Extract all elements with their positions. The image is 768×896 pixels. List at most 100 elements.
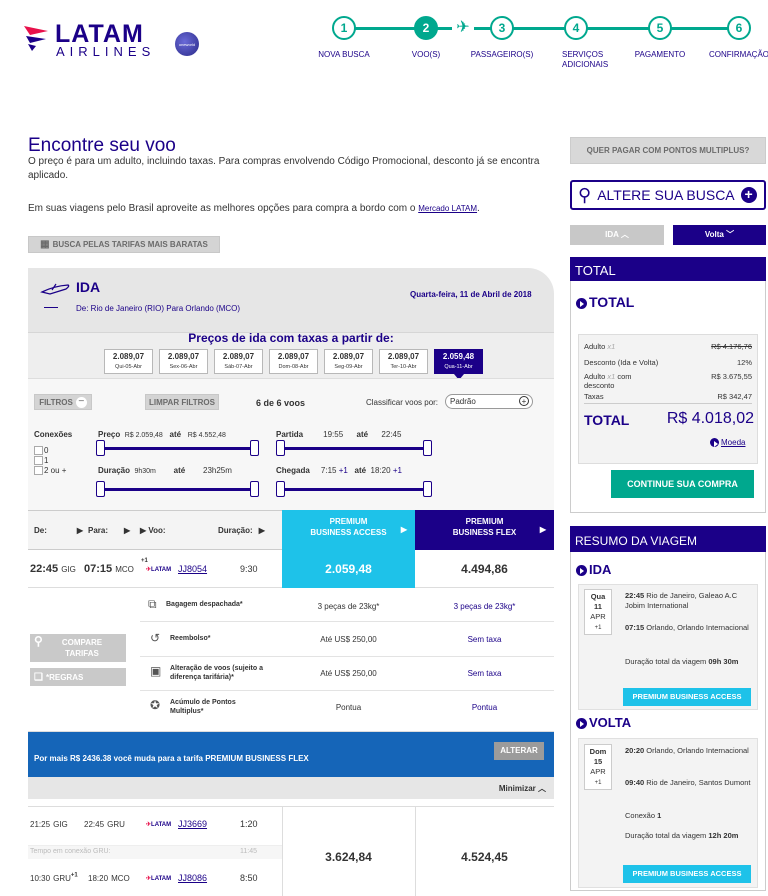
mercado-latam-link[interactable]: Mercado LATAM — [418, 204, 477, 213]
col-from[interactable]: De: ▶ — [34, 526, 83, 535]
price-slider-min-handle[interactable] — [96, 440, 105, 456]
price-day-price: 2.089,07 — [332, 352, 365, 361]
col-duration[interactable]: Duração: ▶ — [218, 526, 265, 535]
price-filter-label: Preço R$ 2.059,48 até R$ 4.552,48 — [98, 430, 226, 439]
col-to[interactable]: Para: ▶ — [88, 526, 130, 535]
step-6-circle[interactable]: 6 — [727, 16, 751, 40]
price-day-5[interactable]: 2.089,07 Ter-10-Abr — [379, 349, 428, 374]
col-premium-business-flex[interactable]: PREMIUM BUSINESS FLEX ▶ — [415, 510, 554, 550]
filters-toggle-button[interactable]: FILTROS − — [34, 394, 92, 410]
flight-2-pbf-price[interactable]: 4.524,45 — [415, 850, 554, 864]
step-4-circle[interactable]: 4 — [564, 16, 588, 40]
price-day-2[interactable]: 2.089,07 Sáb-07-Abr — [214, 349, 263, 374]
price-day-date: Sex-06-Abr — [169, 364, 198, 370]
step-3-circle[interactable]: 3 — [490, 16, 514, 40]
arrival-slider-max-handle[interactable] — [423, 481, 432, 497]
price-day-price: 2.089,07 — [167, 352, 200, 361]
flight-2-seg2-number-link[interactable]: JJ8086 — [178, 873, 207, 883]
summary-ida-duration: Duração total da viagem 09h 30m — [625, 657, 739, 666]
step-5-circle[interactable]: 5 — [648, 16, 672, 40]
detail-baggage-pba: 3 peças de 23kg* — [317, 602, 380, 611]
change-fare-button[interactable]: ALTERAR — [494, 742, 544, 760]
summary-volta-arrival: 09:40 Rio de Janeiro, Santos Dumont — [625, 778, 751, 787]
arrival-slider-min-handle[interactable] — [276, 481, 285, 497]
plane-icon: ✈ — [452, 18, 474, 38]
total-subtitle: TOTAL — [576, 294, 634, 310]
cheapest-fares-button[interactable]: ▦ BUSCA PELAS TARIFAS MAIS BARATAS — [28, 236, 220, 253]
departure-slider-max-handle[interactable] — [423, 440, 432, 456]
modify-search-button[interactable]: ⚲ ALTERE SUA BUSCA + — [570, 180, 766, 210]
connections-options: 0 1 2 ou + — [34, 446, 66, 476]
flight-2-seg1-number-link[interactable]: JJ3669 — [178, 819, 207, 829]
intro-text-2: Em suas viagens pelo Brasil aproveite as… — [28, 203, 480, 214]
summary-volta-label: VOLTA — [576, 715, 631, 730]
step-2-circle[interactable]: 2 — [414, 16, 438, 40]
arrow-circle-icon — [576, 718, 587, 730]
flight-2-pba-price[interactable]: 3.624,84 — [282, 850, 415, 864]
price-slider-max-handle[interactable] — [250, 440, 259, 456]
col-flight[interactable]: ▶ Voo: — [140, 526, 166, 535]
connection-option-1[interactable]: 1 — [34, 456, 66, 466]
departure-slider-min-handle[interactable] — [276, 440, 285, 456]
price-slider-track — [100, 447, 258, 450]
sort-select[interactable]: Padrão + — [445, 394, 533, 409]
minimize-button[interactable]: Minimizar ︿ — [28, 777, 554, 799]
price-day-date: Sáb-07-Abr — [224, 364, 253, 370]
detail-baggage-label: Bagagem despachada* — [166, 601, 243, 608]
flight-2-seg2-arrival: 18:20 MCO — [88, 874, 130, 883]
tab-ida[interactable]: IDA ︿ — [570, 225, 664, 245]
price-day-1[interactable]: 2.089,07 Sex-06-Abr — [159, 349, 208, 374]
intro-text: O preço é para um adulto, incluindo taxa… — [28, 156, 540, 181]
latam-airline-icon: ✈LATAM — [146, 567, 172, 573]
duration-slider-min-handle[interactable] — [96, 481, 105, 497]
tab-volta[interactable]: Volta ﹀ — [673, 225, 766, 245]
connection-time: 11:45 — [240, 848, 257, 855]
pay-with-multiplus-button[interactable]: QUER PAGAR COM PONTOS MULTIPLUS? — [570, 137, 766, 164]
price-day-price: 2.089,07 — [387, 352, 420, 361]
detail-refund-pba: Até US$ 250,00 — [320, 635, 377, 644]
flight-2-seg1-departure: 21:25 GIG — [30, 820, 68, 829]
step-5-label: PAGAMENTO — [634, 50, 686, 59]
connection-option-0[interactable]: 0 — [34, 446, 66, 456]
divider — [44, 307, 58, 308]
duration-slider-max-handle[interactable] — [250, 481, 259, 497]
detail-refund-pbf: Sem taxa — [467, 635, 502, 644]
checkbox[interactable] — [34, 456, 43, 466]
flight-1-pba-price[interactable]: 2.059,48 — [282, 550, 415, 588]
baggage-icon: ⧉ — [148, 597, 157, 611]
compare-fares-button[interactable]: ⚲ COMPARE TARIFAS — [30, 634, 126, 662]
checkbox[interactable] — [34, 446, 43, 456]
plus-circle-icon — [710, 438, 719, 448]
flight-1-duration: 9:30 — [240, 564, 258, 574]
minus-icon: − — [75, 396, 87, 408]
connection-label: Tempo em conexão GRU: — [30, 848, 111, 855]
price-day-price: 2.089,07 — [112, 352, 145, 361]
rules-button[interactable]: ❏ *REGRAS — [30, 668, 126, 686]
col-premium-business-access[interactable]: PREMIUM BUSINESS ACCESS ▶ — [282, 510, 415, 550]
price-day-date: Ter-10-Abr — [390, 364, 417, 370]
price-day-date: Seg-09-Abr — [334, 364, 363, 370]
ida-date: Quarta-feira, 11 de Abril de 2018 — [410, 290, 532, 299]
flight-1-pbf-price[interactable]: 4.494,86 — [415, 550, 554, 588]
connection-option-2[interactable]: 2 ou + — [34, 466, 66, 476]
price-day-date: Qui-05-Abr — [115, 364, 142, 370]
currency-link[interactable]: Moeda — [710, 438, 745, 448]
price-day-6[interactable]: 2.059,48 Qua-11-Abr — [434, 349, 483, 380]
flight-1-number-link[interactable]: JJ8054 — [178, 564, 207, 574]
step-4-label: SERVIÇOS ADICIONAIS — [562, 50, 609, 69]
summary-ida-departure: 22:45 Rio de Janeiro, Galeao A.C Jobim I… — [625, 591, 738, 610]
arrival-slider-track — [280, 488, 428, 491]
flight-2-seg1-duration: 1:20 — [240, 819, 258, 829]
price-day-4[interactable]: 2.089,07 Seg-09-Abr — [324, 349, 373, 374]
step-2-label: VOO(S) — [411, 50, 441, 59]
total-line-discount: Desconto (Ida e Volta) — [584, 358, 659, 367]
continue-purchase-button[interactable]: CONTINUE SUA COMPRA — [611, 470, 754, 498]
step-1-circle[interactable]: 1 — [332, 16, 356, 40]
page-title: Encontre seu voo — [28, 135, 176, 156]
clear-filters-button[interactable]: LIMPAR FILTROS — [145, 394, 219, 410]
checkbox[interactable] — [34, 466, 43, 476]
price-day-0[interactable]: 2.089,07 Qui-05-Abr — [104, 349, 153, 374]
total-line-adult-value: R$ 4.176,76 — [711, 342, 752, 351]
price-day-price: 2.059,48 — [442, 352, 475, 361]
price-day-3[interactable]: 2.089,07 Dom-08-Abr — [269, 349, 318, 374]
